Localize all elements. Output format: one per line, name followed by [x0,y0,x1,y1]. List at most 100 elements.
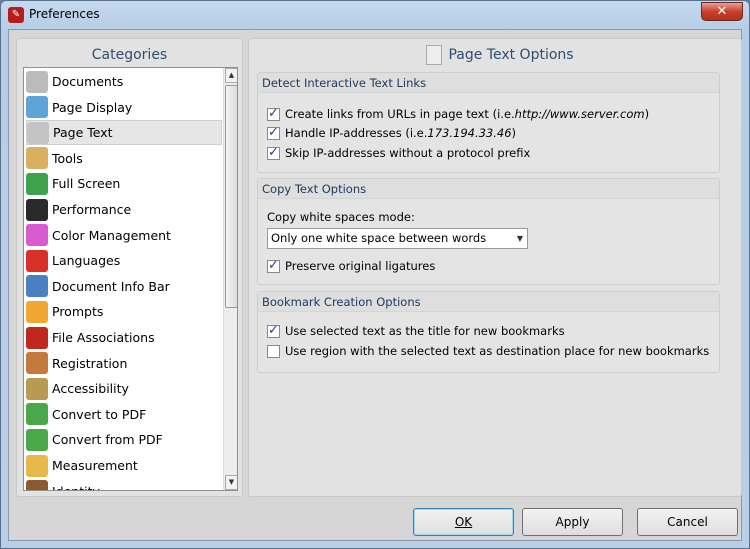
sidebar-item-tools[interactable]: Tools [26,146,222,171]
copy-mode-label: Copy white spaces mode: [267,210,415,224]
page-text-icon [426,45,443,65]
tools-icon [26,147,48,170]
selected-value: Only one white space between words [271,231,487,245]
file-associations-icon [26,326,48,349]
sidebar-item-document-info-bar[interactable]: Document Info Bar [26,274,222,299]
document-info-bar-icon [26,275,48,298]
app-icon: ✎ [8,7,24,23]
sidebar-item-accessibility[interactable]: Accessibility [26,376,222,401]
identity-icon [26,480,48,490]
options-header: Page Text Options [249,43,741,67]
sidebar-item-label: Performance [52,202,132,217]
categories-title: Categories [91,47,168,63]
label: Handle IP-addresses (i.e. [285,126,428,140]
sidebar-item-label: Prompts [52,304,104,320]
create-links-checkbox[interactable]: ✓ Create links from URLs in page text (i.… [267,107,649,121]
color-management-icon [26,224,48,247]
sidebar-item-measurement[interactable]: Measurement [26,453,222,478]
sidebar-item-label: Color Management [52,227,171,243]
suffix: ) [644,107,650,121]
title-bar: ✎ Preferences ✕ [1,1,749,29]
checkbox[interactable]: ✓ [267,107,280,121]
sidebar-item-registration[interactable]: Registration [26,351,222,376]
registration-icon [26,352,48,375]
sidebar-item-label: Convert to PDF [52,406,147,422]
use-region-checkbox[interactable]: Use region with the selected text as des… [267,344,709,358]
sidebar-item-label: File Associations [52,330,155,345]
sidebar-item-convert-to-pdf[interactable]: Convert to PDF [26,402,222,427]
sidebar-item-label: Document Info Bar [52,278,170,294]
options-title: Page Text Options [448,47,574,63]
measurement-icon [26,454,48,477]
convert-from-pdf-icon [26,428,48,451]
sidebar-item-performance[interactable]: Performance [26,197,222,222]
sidebar-item-label: Page Text [53,125,113,141]
preserve-ligatures-checkbox[interactable]: ✓ Preserve original ligatures [267,259,435,273]
sidebar-item-page-display[interactable]: Page Display [26,95,222,120]
detect-links-title: Detect Interactive Text Links [258,73,719,93]
cancel-button[interactable]: Cancel [637,508,738,536]
sidebar-item-file-associations[interactable]: File Associations [26,325,222,350]
full-screen-icon [26,172,48,195]
handle-ip-checkbox[interactable]: ✓ Handle IP-addresses (i.e. 173.194.33.46… [267,126,516,140]
copy-text-group: Copy Text Options Copy white spaces mode… [257,178,720,285]
checkbox[interactable]: ✓ [267,126,280,140]
suffix: ) [511,126,517,140]
close-button[interactable]: ✕ [701,2,743,21]
bookmark-group: Bookmark Creation Options ✓ Use selected … [257,291,720,373]
sidebar-item-languages[interactable]: Languages [26,248,222,273]
sidebar-item-label: Measurement [52,458,138,473]
sidebar-item-label: Page Display [52,99,133,115]
copy-mode-select[interactable]: Only one white space between words ▼ [267,228,528,249]
documents-icon [26,70,48,93]
example: http://www.server.com [514,107,645,121]
sidebar-item-label: Languages [52,253,121,269]
accessibility-icon [26,377,48,400]
sidebar-item-color-management[interactable]: Color Management [26,223,222,248]
sidebar-item-convert-from-pdf[interactable]: Convert from PDF [26,427,222,452]
copy-text-title: Copy Text Options [258,179,719,199]
sidebar-item-label: Convert from PDF [52,432,163,448]
languages-icon [26,249,48,272]
sidebar-item-documents[interactable]: Documents [26,69,222,94]
label: Skip IP-addresses without a protocol pre… [285,146,531,160]
sidebar-item-label: Documents [52,74,124,89]
scroll-down-button[interactable]: ▼ [225,475,237,490]
categories-list[interactable]: Identity Measurement Convert from PDF Conve… [23,67,238,491]
sidebar-item-label: Tools [52,150,83,166]
label: Create links from URLs in page text (i.e… [285,107,515,121]
list-scrollbar[interactable]: ▲ ▼ [223,68,237,490]
sidebar-item-full-screen[interactable]: Full Screen [26,171,222,196]
checkbox[interactable]: ✓ [267,324,280,338]
sidebar-item-label: Accessibility [52,381,129,397]
sidebar-item-prompts[interactable]: Prompts [26,299,222,324]
use-title-checkbox[interactable]: ✓ Use selected text as the title for new … [267,324,565,338]
convert-to-pdf-icon [26,403,48,426]
sidebar-item-page-text[interactable]: Page Text [26,120,222,146]
performance-icon [26,198,48,221]
sidebar-item-identity[interactable]: Identity [26,479,222,490]
page-text-icon [27,121,49,144]
bookmark-title: Bookmark Creation Options [258,292,719,312]
window-title: Preferences [29,7,100,21]
sidebar-item-label: Full Screen [52,176,121,192]
prompts-icon [26,300,48,323]
label: Use region with the selected text as des… [285,344,710,358]
skip-ip-checkbox[interactable]: ✓ Skip IP-addresses without a protocol pr… [267,146,530,160]
example: 173.194.33.46 [427,126,512,140]
apply-button[interactable]: Apply [522,508,623,536]
label: Preserve original ligatures [285,259,436,273]
ok-label: OK [454,515,473,529]
checkbox[interactable]: ✓ [267,259,280,273]
scroll-up-button[interactable]: ▲ [225,68,237,83]
chevron-down-icon: ▼ [516,234,523,243]
scroll-thumb[interactable] [225,85,237,308]
sidebar-item-label: Identity [52,484,100,490]
label: Use selected text as the title for new b… [285,324,565,338]
page-display-icon [26,96,48,119]
sidebar-item-label: Registration [52,355,128,371]
checkbox[interactable]: ✓ [267,146,280,160]
checkbox[interactable] [267,344,280,358]
ok-button[interactable]: OK [413,508,514,536]
detect-links-group: Detect Interactive Text Links ✓ Create li… [257,72,720,173]
